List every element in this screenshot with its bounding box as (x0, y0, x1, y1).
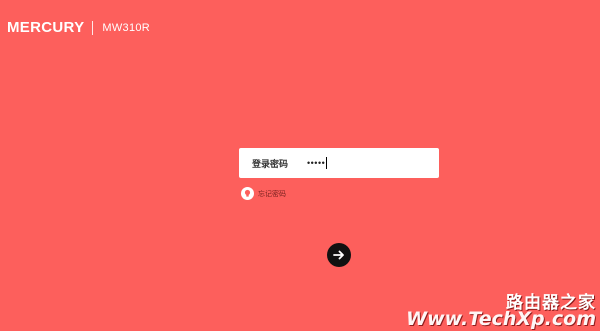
watermark: 路由器之家 Www.TechXp.com (406, 295, 596, 329)
forgot-password-link[interactable]: 忘记密码 (241, 187, 286, 200)
header-divider (92, 20, 94, 35)
password-input[interactable]: ••••• (307, 158, 325, 168)
forgot-password-label: 忘记密码 (258, 190, 286, 198)
lightbulb-icon (241, 187, 254, 200)
arrow-right-icon (333, 250, 344, 260)
brand-logo: MERCURY (7, 19, 85, 36)
login-submit-button[interactable] (327, 243, 351, 267)
watermark-url: Www.TechXp.com (406, 308, 596, 330)
password-field[interactable]: 登录密码 ••••• (239, 148, 439, 178)
text-caret (326, 157, 328, 169)
password-label: 登录密码 (252, 158, 289, 169)
brand-header: MERCURY MW310R (7, 19, 150, 36)
model-name: MW310R (102, 21, 151, 34)
